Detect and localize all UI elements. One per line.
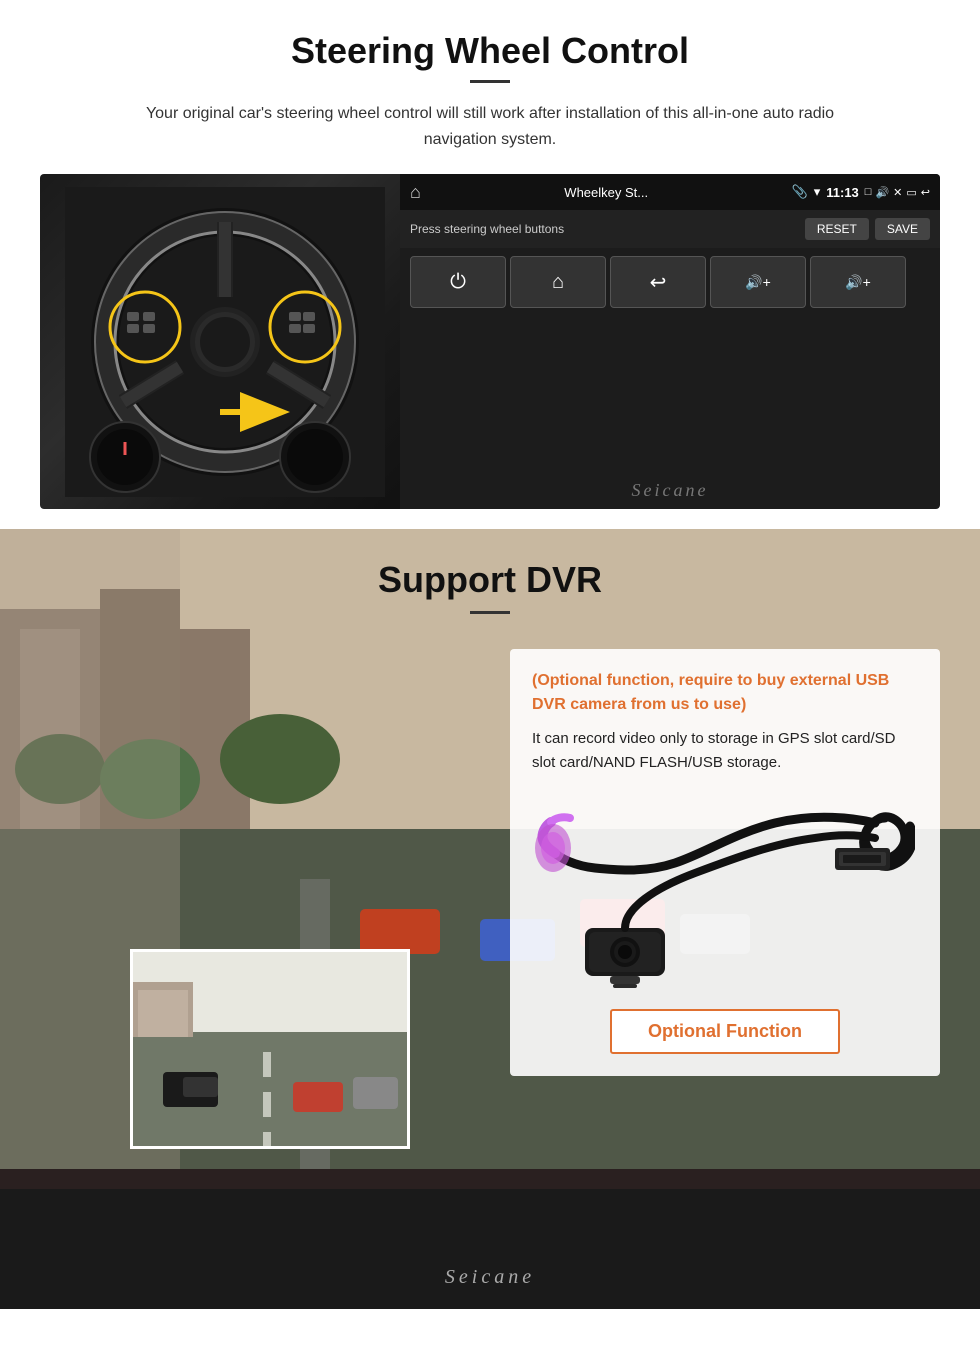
status-icons: □ 🔊 ✕ ▭ ↩ bbox=[865, 186, 930, 199]
android-controls-bar: Press steering wheel buttons RESET SAVE bbox=[400, 210, 940, 248]
controls-hint: Press steering wheel buttons bbox=[410, 222, 564, 236]
save-button[interactable]: SAVE bbox=[875, 218, 930, 240]
steering-title: Steering Wheel Control bbox=[40, 30, 940, 72]
wifi-icon: ▾ bbox=[814, 184, 821, 200]
steering-section: Steering Wheel Control Your original car… bbox=[0, 0, 980, 529]
key-vol-down[interactable]: 🔊+ bbox=[810, 256, 906, 308]
key-power[interactable]: ⏻ bbox=[410, 256, 506, 308]
android-ui-panel: ⌂ Wheelkey St... 📎 ▾ 11:13 □ 🔊 ✕ ▭ ↩ Pre… bbox=[400, 174, 940, 509]
key-back[interactable]: ↩ bbox=[610, 256, 706, 308]
camera-icon: □ bbox=[865, 186, 872, 199]
volume-icon: 🔊 bbox=[875, 186, 889, 199]
android-key-buttons-grid: ⏻ ⌂ ↩ 🔊+ 🔊+ bbox=[400, 248, 940, 316]
android-time: 11:13 bbox=[826, 185, 859, 200]
steering-wheel-bg bbox=[40, 174, 410, 509]
back-icon: ↩ bbox=[921, 186, 930, 199]
home-icon: ⌂ bbox=[410, 182, 421, 203]
dvr-camera-image bbox=[532, 793, 918, 993]
screen-icon: ▭ bbox=[906, 186, 916, 199]
android-statusbar: ⌂ Wheelkey St... 📎 ▾ 11:13 □ 🔊 ✕ ▭ ↩ bbox=[400, 174, 940, 210]
steering-divider bbox=[470, 80, 510, 83]
steering-seicane: Seicane bbox=[400, 472, 940, 509]
controls-btn-group: RESET SAVE bbox=[805, 218, 930, 240]
optional-function-button[interactable]: Optional Function bbox=[610, 1009, 840, 1054]
spacer bbox=[400, 316, 940, 472]
key-home[interactable]: ⌂ bbox=[510, 256, 606, 308]
android-app-title: Wheelkey St... bbox=[427, 185, 786, 200]
dvr-divider bbox=[470, 611, 510, 614]
steering-wheel-svg bbox=[65, 187, 385, 497]
dvr-optional-text: (Optional function, require to buy exter… bbox=[532, 669, 918, 717]
steering-image-container: ⌂ Wheelkey St... 📎 ▾ 11:13 □ 🔊 ✕ ▭ ↩ Pre… bbox=[40, 174, 940, 509]
dvr-title-area: Support DVR bbox=[0, 529, 980, 632]
dvr-inset-svg bbox=[133, 952, 410, 1149]
dvr-seicane: Seicane bbox=[0, 1266, 980, 1289]
dvr-camera-svg bbox=[535, 798, 915, 988]
dvr-section: Support DVR (Optional function, require … bbox=[0, 529, 980, 1309]
x-icon: ✕ bbox=[893, 186, 902, 199]
steering-subtitle: Your original car's steering wheel contr… bbox=[110, 101, 870, 152]
dvr-description: It can record video only to storage in G… bbox=[532, 727, 918, 775]
usb-icon: 📎 bbox=[792, 184, 808, 200]
dvr-info-card: (Optional function, require to buy exter… bbox=[510, 649, 940, 1076]
dvr-inset-photo bbox=[130, 949, 410, 1149]
reset-button[interactable]: RESET bbox=[805, 218, 869, 240]
dvr-title: Support DVR bbox=[0, 559, 980, 601]
key-vol-up[interactable]: 🔊+ bbox=[710, 256, 806, 308]
